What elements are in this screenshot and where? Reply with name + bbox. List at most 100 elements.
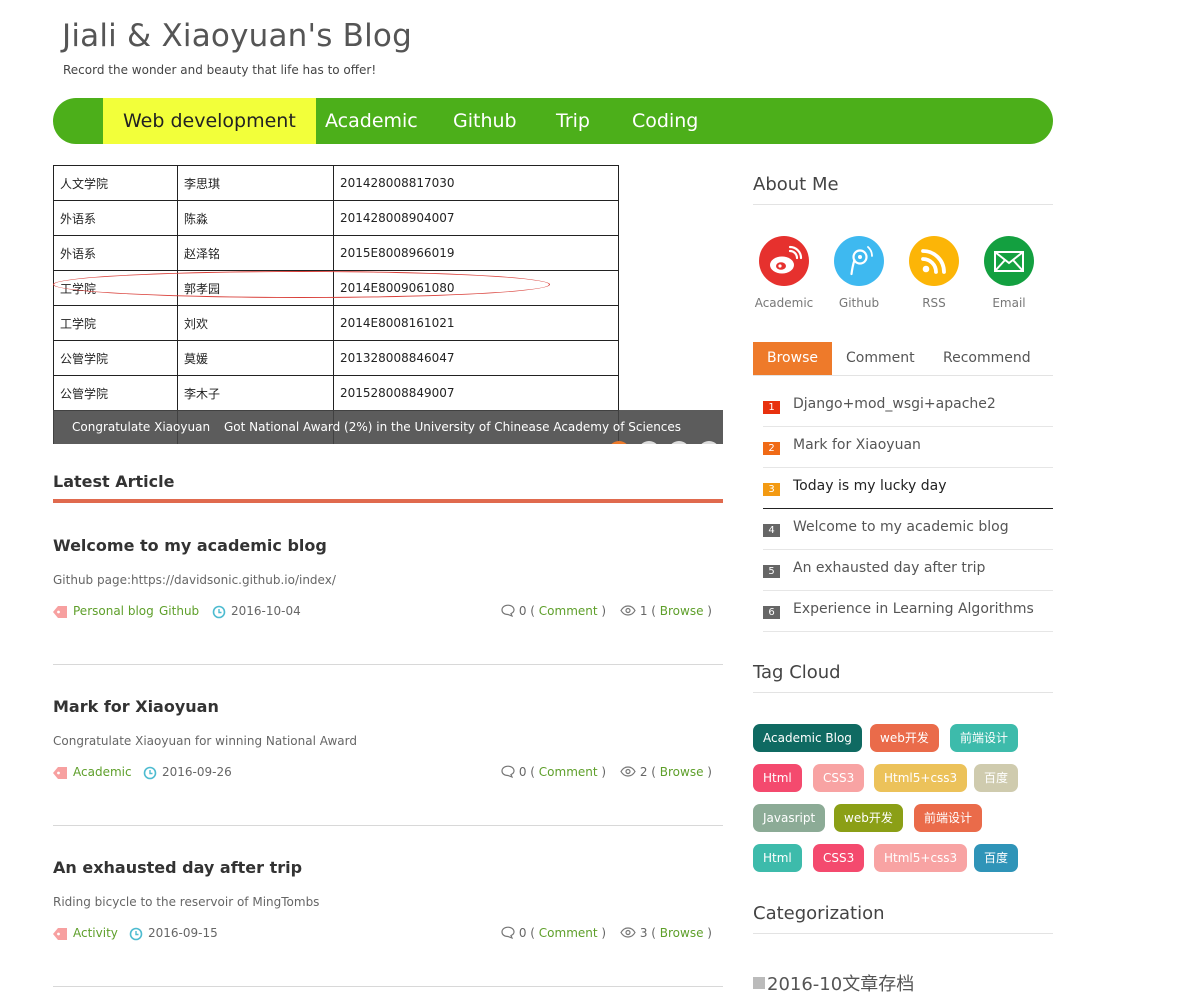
table-row: 公管学院 李木子 201528008849007 (53, 375, 619, 411)
article-tag[interactable]: Github (159, 604, 199, 618)
table-cell: 李思琪 (177, 165, 334, 201)
rss-icon[interactable] (909, 236, 959, 286)
rank-title[interactable]: Django+mod_wsgi+apache2 (793, 396, 996, 412)
tag-chip[interactable]: Html (753, 844, 802, 872)
nav-item-github[interactable]: Github (453, 98, 517, 144)
list-item[interactable]: 2 Mark for Xiaoyuan (763, 427, 1053, 468)
table-row: 公管学院 莫媛 201328008846047 (53, 340, 619, 376)
tab-comment[interactable]: Comment (846, 342, 915, 375)
social-github[interactable]: Github (834, 236, 884, 310)
browse-label: Browse (659, 604, 704, 618)
eye-icon (620, 605, 636, 616)
table-row: 外语系 陈淼 201428008904007 (53, 200, 619, 236)
social-label: Email (992, 296, 1026, 310)
tab-browse[interactable]: Browse (753, 342, 832, 375)
tag-chip[interactable]: web开发 (870, 724, 939, 752)
rank-title[interactable]: Experience in Learning Algorithms (793, 601, 1034, 617)
article-date: 2016-09-15 (148, 926, 218, 940)
categorization-heading: Categorization (753, 903, 885, 924)
latest-article-heading: Latest Article (53, 472, 175, 491)
weibo-icon[interactable] (759, 236, 809, 286)
table-row: 人文学院 李思琪 201428008817030 (53, 165, 619, 201)
article-tag[interactable]: Personal blog (73, 604, 154, 618)
caption-title: Congratulate Xiaoyuan (72, 420, 211, 434)
tag-chip[interactable]: Html (753, 764, 802, 792)
table-cell: 2015E8008966019 (333, 235, 619, 271)
rank-number: 4 (763, 524, 780, 537)
table-cell: 公管学院 (53, 375, 178, 411)
social-rss[interactable]: RSS (909, 236, 959, 310)
list-item[interactable]: 1 Django+mod_wsgi+apache2 (763, 386, 1053, 427)
tag-chip[interactable]: 前端设计 (950, 724, 1019, 752)
comment-count[interactable]: 0 ( Comment ) (501, 765, 606, 779)
article-meta: Academic 2016-09-26 0 ( Comment ) 2 ( Br… (53, 765, 723, 785)
category-item[interactable]: 2016-10文章存档 (753, 970, 914, 996)
article-divider (53, 986, 723, 987)
list-item[interactable]: 5 An exhausted day after trip (763, 550, 1053, 591)
nav-item-academic[interactable]: Academic (325, 98, 418, 144)
list-item[interactable]: 3 Today is my lucky day (763, 468, 1053, 509)
tag-chip[interactable]: 百度 (974, 844, 1019, 872)
comment-count[interactable]: 0 ( Comment ) (501, 926, 606, 940)
article-tag[interactable]: Academic (73, 765, 132, 779)
caption-text: Got National Award (2%) in the Universit… (224, 420, 682, 434)
article-title[interactable]: Mark for Xiaoyuan (53, 697, 219, 716)
rank-title[interactable]: Mark for Xiaoyuan (793, 437, 921, 453)
tag-chip[interactable]: Html5+css3 (874, 764, 968, 792)
clock-icon (212, 605, 226, 619)
rank-tabs: Browse Comment Recommend (753, 342, 1053, 376)
tag-chip[interactable]: Javasript (753, 804, 826, 832)
email-icon[interactable] (984, 236, 1034, 286)
browse-count[interactable]: 1 ( Browse ) (620, 604, 712, 618)
table-cell: 201428008904007 (333, 200, 619, 236)
featured-slider[interactable]: 人文学院 李思琪 201428008817030 外语系 陈淼 20142800… (53, 165, 723, 444)
tag-chip[interactable]: CSS3 (813, 764, 865, 792)
award-table: 人文学院 李思琪 201428008817030 外语系 陈淼 20142800… (53, 165, 619, 444)
highlight-ellipse (53, 271, 550, 298)
rank-number: 2 (763, 442, 780, 455)
article-desc: Github page:https://davidsonic.github.io… (53, 573, 336, 587)
article-meta: Activity 2016-09-15 0 ( Comment ) 3 ( Br… (53, 926, 723, 946)
tag-chip[interactable]: CSS3 (813, 844, 865, 872)
tag-icon (53, 606, 67, 618)
comment-label: Comment (538, 926, 598, 940)
rank-title[interactable]: Welcome to my academic blog (793, 519, 1009, 535)
browse-number: 3 (639, 926, 648, 940)
eye-icon (620, 927, 636, 938)
browse-count[interactable]: 2 ( Browse ) (620, 765, 712, 779)
article-title[interactable]: Welcome to my academic blog (53, 536, 327, 555)
category-label[interactable]: 2016-10文章存档 (767, 974, 914, 995)
nav-item-trip[interactable]: Trip (556, 98, 590, 144)
table-cell: 201528008849007 (333, 375, 619, 411)
article-divider (53, 664, 723, 665)
tag-chip[interactable]: 前端设计 (914, 804, 983, 832)
comment-label: Comment (538, 604, 598, 618)
rank-title[interactable]: Today is my lucky day (793, 478, 947, 494)
tag-chip[interactable]: Html5+css3 (874, 844, 968, 872)
sidebar-divider (753, 692, 1053, 693)
rank-title[interactable]: An exhausted day after trip (793, 560, 985, 576)
social-email[interactable]: Email (984, 236, 1034, 310)
tab-recommend[interactable]: Recommend (943, 342, 1031, 375)
nav-item-coding[interactable]: Coding (632, 98, 698, 144)
article-tag[interactable]: Activity (73, 926, 118, 940)
table-cell: 工学院 (53, 305, 178, 341)
comment-count[interactable]: 0 ( Comment ) (501, 604, 606, 618)
tag-chip[interactable]: Academic Blog (753, 724, 862, 752)
list-item[interactable]: 4 Welcome to my academic blog (763, 509, 1053, 550)
tag-chip[interactable]: 百度 (974, 764, 1019, 792)
list-item[interactable]: 6 Experience in Learning Algorithms (763, 591, 1053, 632)
article-title[interactable]: An exhausted day after trip (53, 858, 302, 877)
browse-label: Browse (659, 926, 704, 940)
tag-chip[interactable]: web开发 (834, 804, 903, 832)
browse-count[interactable]: 3 ( Browse ) (620, 926, 712, 940)
site-title[interactable]: Jiali & Xiaoyuan's Blog (62, 18, 412, 54)
table-cell: 2014E8008161021 (333, 305, 619, 341)
rank-number: 6 (763, 606, 780, 619)
social-academic[interactable]: Academic (755, 236, 813, 310)
browse-number: 2 (639, 765, 648, 779)
tencent-weibo-icon[interactable] (834, 236, 884, 286)
nav-item-web-development[interactable]: Web development (103, 98, 316, 144)
table-cell: 莫媛 (177, 340, 334, 376)
table-cell: 公管学院 (53, 340, 178, 376)
